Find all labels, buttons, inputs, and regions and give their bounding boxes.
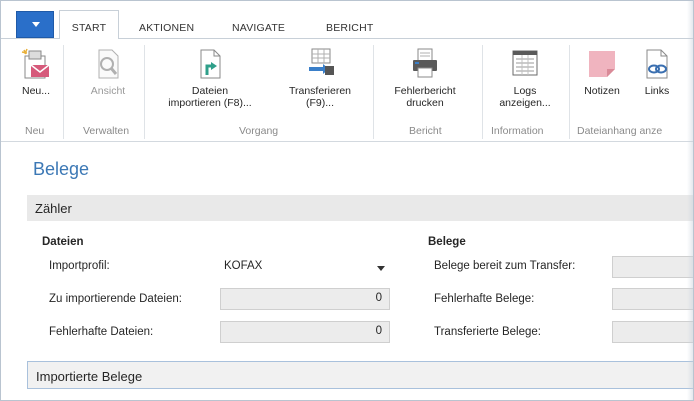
import-files-button[interactable]: Dateien importieren (F8)... — [161, 47, 259, 109]
transfer-icon — [309, 48, 334, 75]
ribbon-separator — [144, 45, 145, 139]
new-document-icon — [21, 48, 50, 79]
documents-subheader: Belege — [428, 236, 466, 248]
docs-ready-field — [612, 256, 693, 278]
transferred-docs-field — [612, 321, 693, 343]
import-files-label-line1: Dateien — [191, 85, 229, 97]
ribbon-separator — [482, 45, 483, 139]
note-icon — [589, 51, 615, 77]
tab-start[interactable]: START — [59, 10, 119, 40]
notes-button-label: Notizen — [584, 85, 620, 97]
print-error-report-label-line1: Fehlerbericht — [394, 85, 456, 97]
group-label-dateianhang: Dateianhang anze — [577, 125, 663, 137]
new-button[interactable]: Neu... — [15, 47, 57, 97]
ribbon-separator — [373, 45, 374, 139]
show-logs-button[interactable]: Logs anzeigen... — [490, 47, 560, 109]
group-label-verwalten: Verwalten — [83, 125, 130, 137]
faulty-files-label: Fehlerhafte Dateien: — [49, 326, 154, 338]
window: START AKTIONEN NAVIGATE BERICHT Neu... A… — [0, 0, 694, 401]
view-button[interactable]: Ansicht — [79, 47, 137, 97]
print-error-report-button[interactable]: Fehlerbericht drucken — [381, 47, 469, 109]
faulty-files-field: 0 — [220, 321, 390, 343]
files-to-import-label: Zu importierende Dateien: — [49, 293, 182, 305]
group-label-neu: Neu — [25, 125, 45, 137]
tab-bericht[interactable]: BERICHT — [326, 22, 374, 34]
files-to-import-field: 0 — [220, 288, 390, 310]
tab-navigate[interactable]: NAVIGATE — [232, 22, 285, 34]
show-logs-label-line2: anzeigen... — [499, 97, 551, 109]
show-logs-label-line1: Logs — [513, 85, 537, 97]
group-label-bericht: Bericht — [409, 125, 442, 137]
links-button-label: Links — [644, 85, 670, 97]
import-files-label-line2: importieren (F8)... — [168, 97, 252, 109]
faulty-docs-field — [612, 288, 693, 310]
logs-icon — [512, 50, 538, 76]
printer-icon — [413, 48, 437, 78]
import-profile-select[interactable]: KOFAX — [220, 256, 390, 278]
ribbon: Neu... Ansicht Dateien importieren (F8).… — [1, 39, 693, 142]
group-label-information: Information — [491, 125, 544, 137]
print-error-report-label-line2: drucken — [406, 97, 444, 109]
notes-button[interactable]: Notizen — [576, 47, 628, 97]
docs-ready-label: Belege bereit zum Transfer: — [434, 260, 576, 272]
import-file-icon — [200, 49, 221, 79]
transfer-label-line2: (F9)... — [306, 97, 334, 109]
section-imported-header[interactable]: Importierte Belege — [27, 361, 693, 389]
import-profile-value: KOFAX — [224, 260, 263, 272]
app-menu-button[interactable] — [16, 11, 54, 38]
ribbon-separator — [569, 45, 570, 139]
tab-aktionen[interactable]: AKTIONEN — [139, 22, 194, 34]
view-document-icon — [98, 49, 119, 79]
faulty-docs-label: Fehlerhafte Belege: — [434, 293, 535, 305]
section-counter-header[interactable]: Zähler — [27, 195, 693, 221]
chevron-down-icon[interactable] — [377, 266, 385, 271]
new-button-label: Neu... — [21, 85, 50, 97]
files-subheader: Dateien — [42, 236, 84, 248]
transferred-docs-label: Transferierte Belege: — [434, 326, 541, 338]
view-button-label: Ansicht — [90, 85, 126, 97]
ribbon-tabs: START AKTIONEN NAVIGATE BERICHT — [1, 1, 693, 40]
ribbon-separator — [63, 45, 64, 139]
transfer-button[interactable]: Transferieren (F9)... — [279, 47, 361, 109]
scroll-edge — [687, 1, 693, 400]
links-button[interactable]: Links — [635, 47, 679, 97]
link-icon — [646, 49, 668, 79]
page-title: Belege — [33, 159, 90, 179]
transfer-label-line1: Transferieren — [288, 85, 352, 97]
import-profile-label: Importprofil: — [49, 260, 110, 272]
group-label-vorgang: Vorgang — [239, 125, 279, 137]
